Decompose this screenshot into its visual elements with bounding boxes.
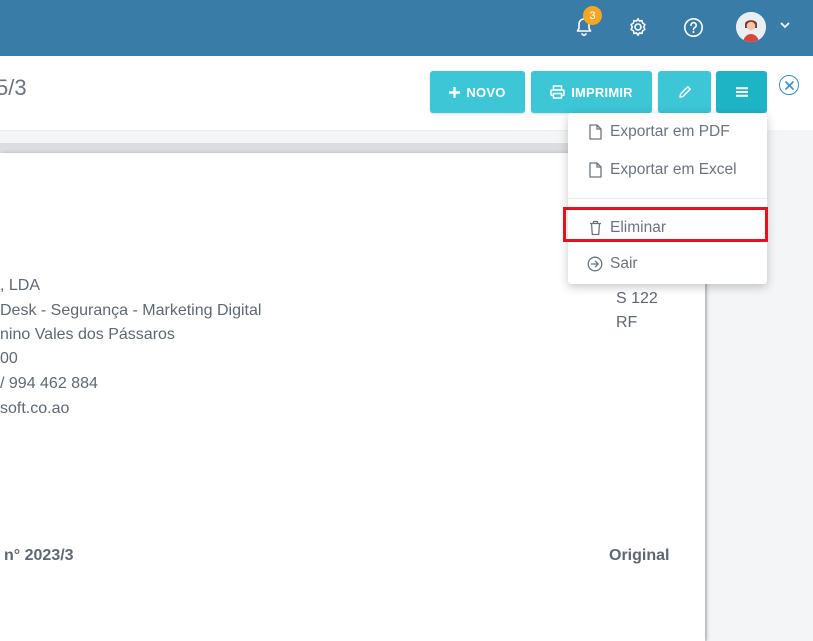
file-icon: [587, 162, 603, 178]
page-title: 5/3: [0, 75, 27, 100]
company-activity: Desk - Segurança - Marketing Digital: [0, 302, 262, 319]
new-button[interactable]: NOVO: [430, 71, 525, 113]
exit-icon: [587, 256, 603, 272]
hamburger-icon: [735, 87, 748, 97]
print-button-label: IMPRIMIR: [571, 84, 633, 100]
dropdown-divider: [568, 198, 767, 199]
close-icon[interactable]: [779, 75, 799, 95]
client-line-2: RF: [616, 314, 638, 331]
edit-button[interactable]: [658, 71, 711, 113]
company-postal: 00: [0, 350, 18, 367]
menu-button[interactable]: [716, 71, 767, 113]
export-excel-item[interactable]: Exportar em Excel: [568, 155, 767, 185]
avatar[interactable]: [736, 12, 766, 42]
export-pdf-item[interactable]: Exportar em PDF: [568, 117, 767, 147]
gear-icon[interactable]: [623, 12, 653, 42]
plus-icon: [449, 86, 461, 98]
company-email: soft.co.ao: [0, 400, 70, 417]
copy-label: Original: [609, 547, 670, 564]
document-number: n° 2023/3: [4, 547, 74, 564]
export-pdf-label: Exportar em PDF: [610, 123, 730, 140]
notification-badge: 3: [583, 6, 602, 25]
new-button-label: NOVO: [466, 84, 506, 100]
printer-icon: [550, 85, 565, 99]
file-icon: [587, 124, 603, 140]
highlight-box: [563, 207, 768, 242]
exit-label: Sair: [610, 255, 638, 272]
exit-item[interactable]: Sair: [568, 249, 767, 279]
export-excel-label: Exportar em Excel: [610, 161, 737, 178]
client-line-1: S 122: [616, 290, 658, 307]
company-address: nino Vales dos Pássaros: [0, 326, 175, 343]
actions-dropdown: Exportar em PDF Exportar em Excel Elimin…: [568, 113, 767, 284]
top-navbar: 3: [0, 0, 813, 56]
company-phone: / 994 462 884: [0, 375, 98, 392]
print-button[interactable]: IMPRIMIR: [531, 71, 652, 113]
chevron-down-icon[interactable]: [778, 18, 792, 37]
pencil-icon: [678, 85, 692, 99]
help-icon[interactable]: [678, 12, 708, 42]
company-name: , LDA: [0, 277, 41, 294]
